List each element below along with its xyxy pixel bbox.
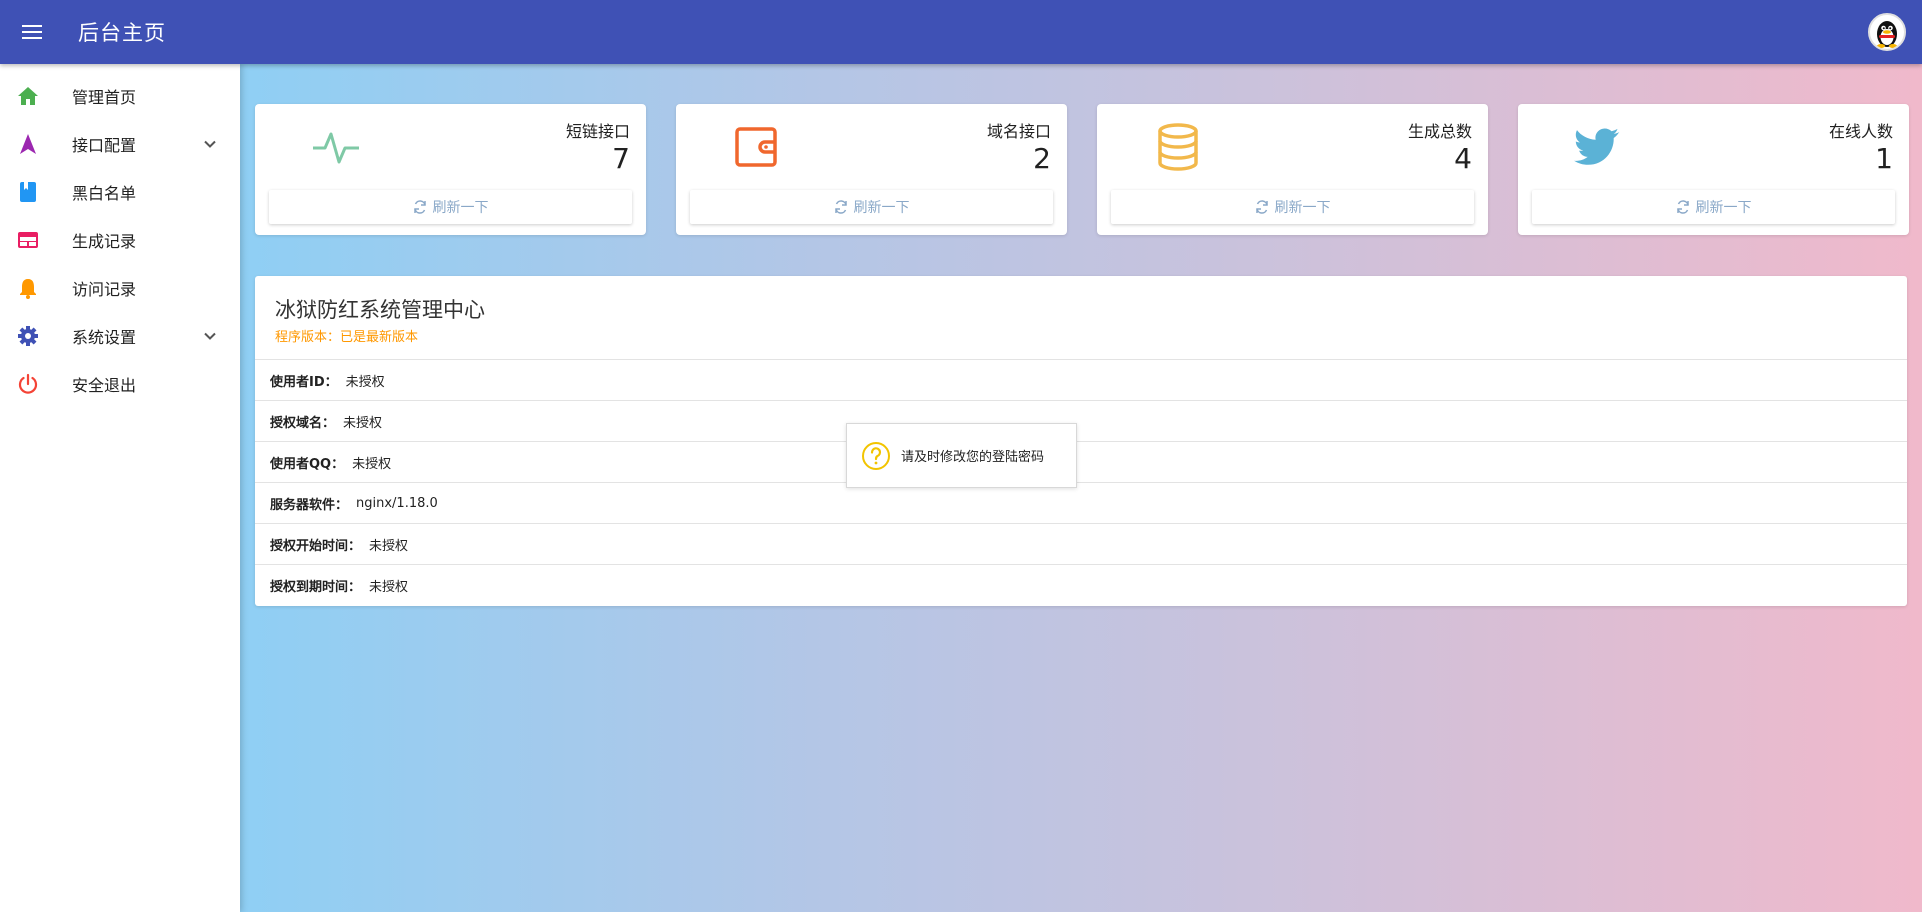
password-reminder-toast: 请及时修改您的登陆密码 [846,423,1077,488]
sidebar: 管理首页 接口配置 黑白名单 生成记录 访问记录 系统设置 安全退出 [0,64,240,912]
menu-button[interactable] [0,0,64,64]
chevron-down-icon[interactable] [202,136,218,152]
info-value: 未授权 [343,415,383,431]
info-value: 未授权 [369,538,409,554]
stat-card-domain: 域名接口 2 刷新一下 [676,104,1067,235]
refresh-label: 刷新一下 [853,200,910,216]
stat-value: 4 [1454,142,1472,175]
question-icon [862,441,890,470]
sidebar-item-blacklist[interactable]: 黑白名单 [0,168,240,216]
refresh-icon [834,200,847,214]
sidebar-item-label: 生成记录 [72,232,137,251]
sidebar-item-settings[interactable]: 系统设置 [0,312,240,360]
sidebar-item-label: 安全退出 [72,376,137,395]
sidebar-item-visit-log[interactable]: 访问记录 [0,264,240,312]
refresh-label: 刷新一下 [1274,200,1331,216]
info-row-user-id: 使用者ID： 未授权 [255,360,1907,401]
info-row-server: 服务器软件： nginx/1.18.0 [255,483,1907,524]
sidebar-item-label: 黑白名单 [72,184,137,203]
sidebar-item-label: 接口配置 [72,136,137,155]
refresh-button[interactable]: 刷新一下 [1111,190,1474,224]
stat-label: 生成总数 [1407,122,1472,141]
panel-header: 冰狱防红系统管理中心 程序版本：已是最新版本 [255,276,1907,360]
sidebar-item-home[interactable]: 管理首页 [0,72,240,120]
stat-card-online: 在线人数 1 刷新一下 [1518,104,1909,235]
version-value: 已是最新版本 [340,330,419,345]
info-value: 未授权 [345,374,385,390]
refresh-label: 刷新一下 [1695,200,1752,216]
stat-value: 1 [1875,142,1893,175]
info-key: 授权到期时间： [270,580,362,595]
info-value: 未授权 [352,456,392,472]
web-icon [14,228,42,252]
wallet-icon [735,127,777,167]
pulse-icon [313,132,359,164]
info-key: 服务器软件： [270,497,349,513]
info-key: 使用者QQ： [270,456,345,472]
stat-value: 2 [1033,142,1051,175]
panel-title: 冰狱防红系统管理中心 [275,298,485,322]
stat-label: 短链接口 [565,122,630,141]
page-title: 后台主页 [78,21,166,45]
main-content: 短链接口 7 刷新一下 域名接口 2 刷新一下 生成总数 4 刷新一下 在线人数… [240,64,1922,912]
info-row-expire-time: 授权到期时间： 未授权 [255,565,1907,606]
info-value: nginx/1.18.0 [356,495,438,511]
info-row-domain: 授权域名： 未授权 [255,401,1907,442]
version-status: 程序版本：已是最新版本 [275,326,1887,345]
sidebar-item-api-config[interactable]: 接口配置 [0,120,240,168]
hamburger-icon [22,25,42,39]
stat-card-shortlink: 短链接口 7 刷新一下 [255,104,646,235]
bell-icon [14,276,42,300]
database-icon [1158,123,1198,171]
sidebar-item-logout[interactable]: 安全退出 [0,360,240,408]
refresh-icon [1255,200,1268,214]
power-icon [14,372,42,396]
sidebar-item-label: 管理首页 [72,88,137,107]
twitter-icon [1574,128,1620,165]
info-key: 授权域名： [270,415,336,431]
stat-value: 7 [612,142,630,175]
refresh-icon [413,200,426,214]
qq-penguin-icon [1877,21,1897,48]
toast-message: 请及时修改您的登陆密码 [901,450,1045,465]
chevron-down-icon[interactable] [202,328,218,344]
refresh-button[interactable]: 刷新一下 [269,190,632,224]
gear-icon [14,324,42,348]
stat-label: 在线人数 [1828,122,1893,141]
avatar[interactable] [1868,13,1906,51]
info-row-qq: 使用者QQ： 未授权 [255,442,1907,483]
navigation-icon [14,132,42,156]
refresh-button[interactable]: 刷新一下 [690,190,1053,224]
info-key: 授权开始时间： [270,538,362,554]
info-value: 未授权 [369,580,409,595]
home-icon [14,84,42,108]
sidebar-item-label: 系统设置 [72,328,137,347]
sidebar-item-generate-log[interactable]: 生成记录 [0,216,240,264]
book-icon [14,180,42,204]
refresh-button[interactable]: 刷新一下 [1532,190,1895,224]
refresh-icon [1676,200,1689,214]
refresh-label: 刷新一下 [432,200,489,216]
info-row-start-time: 授权开始时间： 未授权 [255,524,1907,565]
stat-card-total: 生成总数 4 刷新一下 [1097,104,1488,235]
stat-cards: 短链接口 7 刷新一下 域名接口 2 刷新一下 生成总数 4 刷新一下 在线人数… [255,104,1909,235]
system-info-panel: 冰狱防红系统管理中心 程序版本：已是最新版本 使用者ID： 未授权 授权域名： 未授… [255,276,1907,606]
info-key: 使用者ID： [270,374,338,390]
version-label: 程序版本： [275,330,341,345]
top-app-bar: 后台主页 [0,0,1922,64]
stat-label: 域名接口 [986,122,1051,141]
sidebar-item-label: 访问记录 [72,280,137,299]
